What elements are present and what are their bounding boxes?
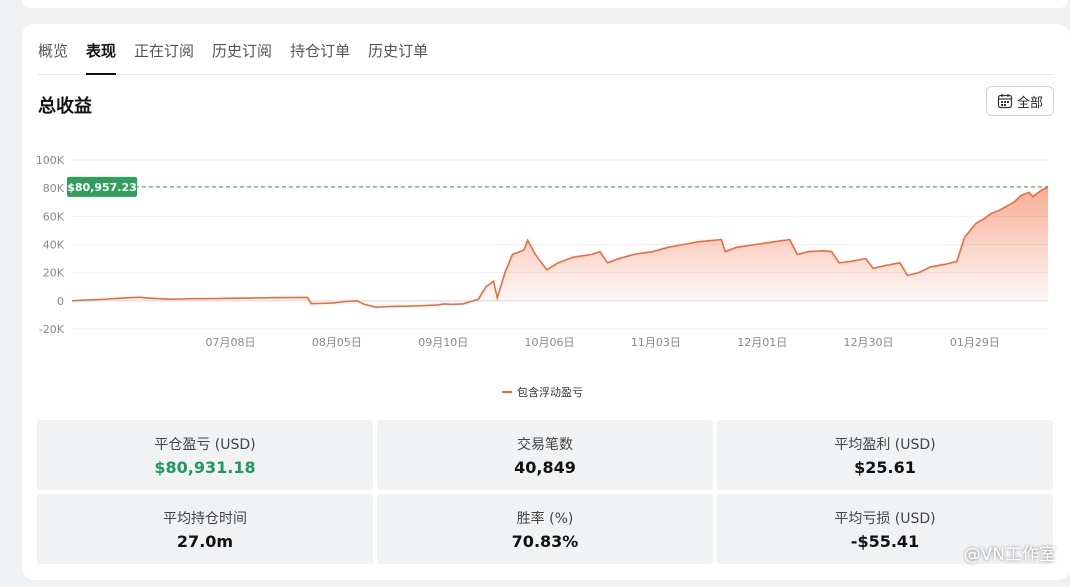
watermark: @VN工作室 xyxy=(963,545,1056,565)
stat-label: 平均亏损 (USD) xyxy=(834,510,936,527)
y-tick-label: 60K xyxy=(43,210,65,223)
y-tick-label: -20K xyxy=(39,323,65,336)
x-tick-label: 09月10日 xyxy=(418,336,468,349)
series-area xyxy=(72,186,1048,308)
stat-value: 70.83% xyxy=(511,531,579,551)
legend-swatch xyxy=(502,391,512,393)
top-panel-edge xyxy=(22,0,1068,8)
stat-value: 40,849 xyxy=(514,457,576,477)
stat-label: 交易笔数 xyxy=(517,436,573,453)
stat-label: 平均持仓时间 xyxy=(163,510,247,527)
y-tick-label: 40K xyxy=(43,239,65,252)
stat-label: 平均盈利 (USD) xyxy=(834,436,936,453)
stat-label: 平仓盈亏 (USD) xyxy=(154,436,256,453)
x-tick-label: 08月05日 xyxy=(312,336,362,349)
stat-value: -$55.41 xyxy=(850,531,920,551)
y-tick-label: 80K xyxy=(43,182,65,195)
stat-value: $25.61 xyxy=(854,457,916,477)
pnl-chart: 100K 80K 60K 40K 20K 0 -20K 07月08日 08月05日 09月10日 1… xyxy=(36,154,1049,349)
y-tick-label: 20K xyxy=(43,267,65,280)
stat-avg-holding-time: 平均持仓时间 27.0m xyxy=(37,494,373,564)
stat-trade-count: 交易笔数 40,849 xyxy=(377,420,713,490)
x-tick-label: 12月30日 xyxy=(844,336,894,349)
stats-grid: 平仓盈亏 (USD) $80,931.18 交易笔数 40,849 平均盈利 (… xyxy=(37,420,1053,564)
x-tick-label: 11月03日 xyxy=(631,336,681,349)
y-tick-label: 0 xyxy=(57,295,64,308)
stat-avg-profit: 平均盈利 (USD) $25.61 xyxy=(717,420,1053,490)
reference-label: $80,957.23 xyxy=(67,181,137,194)
stat-value: 27.0m xyxy=(176,531,234,551)
stat-win-rate: 胜率 (%) 70.83% xyxy=(377,494,713,564)
performance-card: 概览 表现 正在订阅 历史订阅 持仓订单 历史订单 总收益 全部 100K 80K… xyxy=(22,24,1070,580)
stat-closed-pnl: 平仓盈亏 (USD) $80,931.18 xyxy=(37,420,373,490)
stat-value: $80,931.18 xyxy=(154,457,256,477)
x-tick-label: 12月01日 xyxy=(737,336,787,349)
x-tick-label: 01月29日 xyxy=(950,336,1000,349)
y-tick-label: 100K xyxy=(36,154,65,167)
x-tick-label: 10月06日 xyxy=(525,336,575,349)
x-tick-label: 07月08日 xyxy=(206,336,256,349)
chart-legend: 包含浮动盈亏 xyxy=(502,384,583,400)
stat-label: 胜率 (%) xyxy=(516,510,574,527)
legend-label: 包含浮动盈亏 xyxy=(517,386,583,399)
